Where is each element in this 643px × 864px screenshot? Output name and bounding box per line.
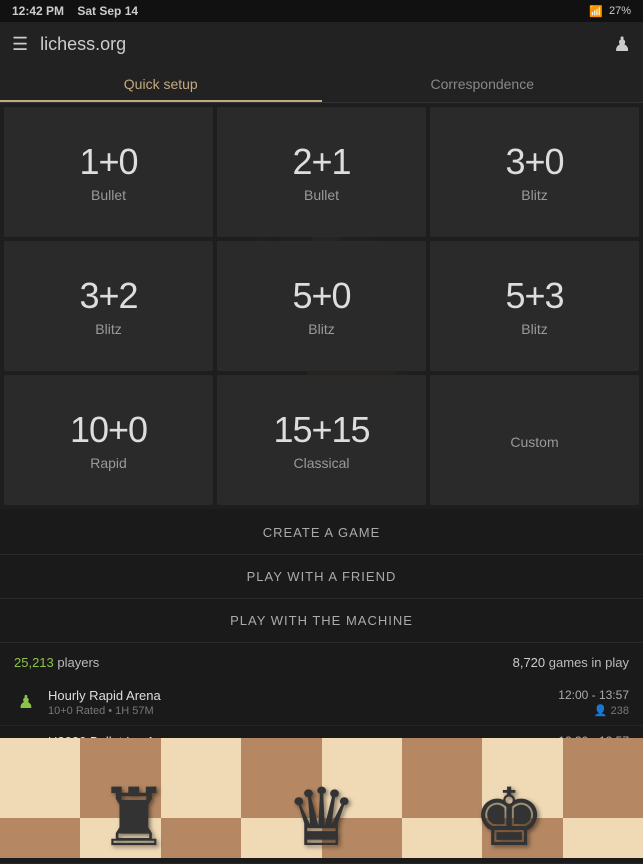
chess-piece-rook: ♜ [98,778,170,858]
game-grid: 1+0 Bullet 2+1 Bullet 3+0 Blitz 3+2 Blitz 5+0 Bli… [4,107,639,505]
game-time-4: 5+0 [292,275,350,317]
status-time: 12:42 PM Sat Sep 14 [12,4,138,18]
game-cell-blitz[interactable]: 5+0 Blitz [217,241,426,371]
tournament-info-0: Hourly Rapid Arena 10+0 Rated • 1H 57M [48,688,548,717]
create-game-button[interactable]: CREATE A GAME [0,511,643,555]
chess-piece-king: ♚ [473,778,545,858]
game-type-7: Classical [293,455,349,471]
game-time-3: 3+2 [79,275,137,317]
game-cell-custom[interactable]: Custom [430,375,639,505]
game-time-1: 2+1 [292,141,350,183]
tournament-right-0: 12:00 - 13:57 👤 238 [558,688,629,717]
tournament-players-0: 👤 238 [558,704,629,717]
game-time-5: 5+3 [505,275,563,317]
game-type-0: Bullet [91,187,126,203]
tab-quick-setup[interactable]: Quick setup [0,66,322,102]
players-stat: 25,213 players [14,655,99,670]
wifi-icon: 📶 [589,5,603,18]
date-display: Sat Sep 14 [77,4,138,18]
chess-board-container: ♜ ♛ ♚ [0,738,643,858]
games-count: 8,720 [513,655,546,670]
tournament-name-0: Hourly Rapid Arena [48,688,548,703]
players-count: 25,213 [14,655,54,670]
game-type-5: Blitz [521,321,547,337]
status-right: 📶 27% [589,5,631,18]
game-time-7: 15+15 [273,409,369,451]
chess-pieces-row: ♜ ♛ ♚ [0,738,643,858]
tournament-item-0[interactable]: ♟ Hourly Rapid Arena 10+0 Rated • 1H 57M 12… [0,680,643,726]
tournament-meta-0: 10+0 Rated • 1H 57M [48,705,548,717]
games-label: games in play [549,655,629,670]
app-title: lichess.org [40,34,126,55]
battery-display: 27% [609,5,631,17]
header: ☰ lichess.org ♟ [0,22,643,66]
game-grid-container: 🐴 1+0Bullet2+1Bullet3+0Blitz3+2Blitz5+0B… [0,103,643,509]
game-type-3: Blitz [95,321,121,337]
game-time-0: 1+0 [79,141,137,183]
game-type-6: Rapid [90,455,127,471]
game-type-4: Blitz [308,321,334,337]
game-cell-blitz[interactable]: 3+2 Blitz [4,241,213,371]
menu-icon[interactable]: ☰ [12,34,28,55]
game-time-6: 10+0 [70,409,147,451]
play-friend-button[interactable]: PLAY WITH A FRIEND [0,555,643,599]
tabs-container: Quick setup Correspondence [0,66,643,103]
game-cell-blitz[interactable]: 3+0 Blitz [430,107,639,237]
game-type-1: Bullet [304,187,339,203]
action-buttons: CREATE A GAME PLAY WITH A FRIEND PLAY WI… [0,509,643,645]
tournament-time-0: 12:00 - 13:57 [558,688,629,702]
header-chess-icon: ♟ [613,32,631,57]
time-display: 12:42 PM [12,4,64,18]
players-label: players [57,655,99,670]
game-type-2: Blitz [521,187,547,203]
status-bar: 12:42 PM Sat Sep 14 📶 27% [0,0,643,22]
tournament-icon-0: ♟ [14,692,38,713]
game-cell-classical[interactable]: 15+15 Classical [217,375,426,505]
games-stat: 8,720 games in play [513,655,629,670]
tab-correspondence[interactable]: Correspondence [322,66,643,102]
game-type-8: Custom [510,434,558,450]
game-cell-bullet[interactable]: 1+0 Bullet [4,107,213,237]
stats-bar: 25,213 players 8,720 games in play [0,645,643,680]
play-machine-button[interactable]: PLAY WITH THE MACHINE [0,599,643,643]
chess-piece-queen: ♛ [286,778,358,858]
game-cell-bullet[interactable]: 2+1 Bullet [217,107,426,237]
game-cell-blitz[interactable]: 5+3 Blitz [430,241,639,371]
game-time-2: 3+0 [505,141,563,183]
game-cell-rapid[interactable]: 10+0 Rapid [4,375,213,505]
